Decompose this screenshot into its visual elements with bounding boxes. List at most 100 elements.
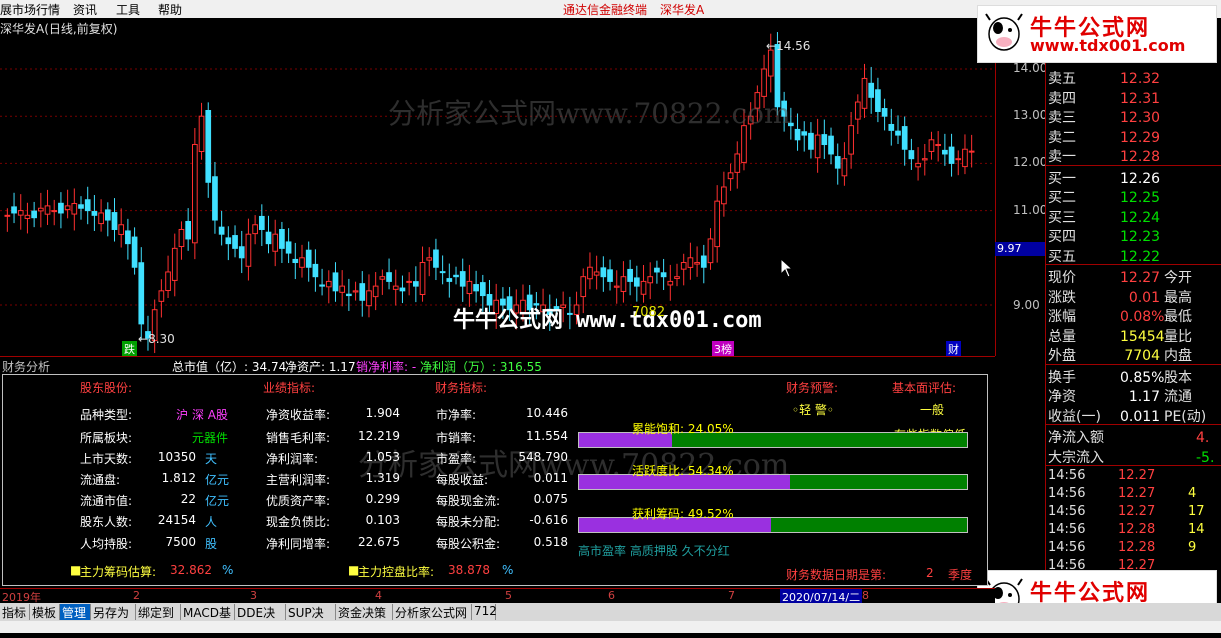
candle-body <box>339 285 346 293</box>
quote-label: 卖一 <box>1048 149 1076 165</box>
candle-body <box>272 233 279 252</box>
quote-separator <box>1046 264 1221 265</box>
quote-value: 12.24 <box>1120 209 1161 226</box>
candle-body <box>185 220 191 240</box>
tab-3[interactable]: 另存为 <box>91 604 136 620</box>
flow-label: 大宗流入 <box>1048 449 1104 466</box>
tick-price: 12.28 <box>1118 522 1156 537</box>
quote-separator <box>1046 363 1221 365</box>
tab-5[interactable]: MACD基本 <box>181 604 235 637</box>
quote-value: 0.08% <box>1120 309 1165 325</box>
candle-body <box>446 278 453 282</box>
net-margin: 销净利率: - <box>356 360 417 374</box>
col1-value: 沪 深 A股 <box>176 408 228 422</box>
header-warn: 财务预警: <box>786 381 839 395</box>
menu-item-help[interactable]: 帮助 <box>158 1 182 18</box>
finance-section-title: 财务分析 <box>2 360 51 374</box>
tab-2[interactable]: 管理 <box>60 604 91 620</box>
candle-body <box>915 162 921 168</box>
stat-row: 换手 0.85%股本 <box>1048 367 1192 387</box>
tab-9[interactable]: 分析家公式网 <box>393 604 472 620</box>
candle-body <box>767 49 774 77</box>
tick-volume: 14 <box>1188 522 1205 537</box>
tick-price: 12.27 <box>1118 504 1156 519</box>
time-label: 4 <box>375 589 382 602</box>
marker-finance[interactable]: 财 <box>946 341 961 357</box>
candle-body <box>406 280 412 283</box>
tab-8[interactable]: 资金决策 <box>336 604 393 620</box>
tab-1[interactable]: 模板 <box>30 604 60 620</box>
candle-body <box>91 211 98 216</box>
report-unit: 季度 <box>948 568 973 582</box>
col1-label: 品种类型: <box>80 408 133 422</box>
tab-6[interactable]: DDE决策 <box>235 604 286 637</box>
flow-value: -5. <box>1196 449 1215 466</box>
candle-body <box>359 283 366 301</box>
bar-label-text: 累能饱和: <box>632 422 688 436</box>
candle-body <box>687 257 694 268</box>
candle-body <box>118 224 125 235</box>
current-price-badge: 9.97 <box>995 242 1045 256</box>
stat-row: 收益(一) 0.011 PE(动) <box>1048 406 1206 426</box>
buy-row: 买三 12.24 <box>1048 207 1160 227</box>
buy-row: 买二 12.25 <box>1048 187 1160 207</box>
candle-body <box>4 214 11 217</box>
tick-price: 12.27 <box>1118 486 1156 501</box>
candle-body <box>285 241 292 254</box>
marker-drop[interactable]: 跌 <box>122 341 137 357</box>
mouse-cursor-icon <box>780 258 794 278</box>
candle-body <box>928 139 935 152</box>
candle-body <box>667 280 674 286</box>
tick-time: 14:56 <box>1048 468 1086 483</box>
quote-label: 换手 <box>1048 369 1076 386</box>
candle-body <box>660 272 667 278</box>
candle-body <box>459 271 466 287</box>
candle-body <box>948 146 955 164</box>
menu-item-tools[interactable]: 工具 <box>116 1 140 18</box>
tab-4[interactable]: 绑定到 <box>136 604 181 620</box>
stat-row: 涨跌 0.01 最高 <box>1048 287 1192 307</box>
marker-list[interactable]: 3榜 <box>712 341 734 357</box>
candle-body <box>312 263 319 278</box>
col1-label: 上市天数: <box>80 452 133 466</box>
quote-extra: 最低 <box>1164 309 1192 325</box>
tab-10[interactable]: 712 <box>472 604 497 620</box>
col3-label: 每股未分配: <box>436 515 501 529</box>
candle-body <box>426 257 433 261</box>
stat-row: 总量 15454量比 <box>1048 326 1192 346</box>
candle-body <box>620 276 627 292</box>
quote-label: 卖四 <box>1048 90 1076 107</box>
tick-time: 14:56 <box>1048 540 1086 555</box>
candle-body <box>654 267 660 273</box>
menu-item-news[interactable]: 资讯 <box>73 1 97 18</box>
candle-body <box>379 276 386 280</box>
quote-extra: 股本 <box>1164 369 1192 386</box>
candle-body <box>31 210 37 219</box>
quote-label: 外盘 <box>1048 348 1076 364</box>
quote-label: 现价 <box>1048 270 1076 286</box>
candle-body <box>700 255 707 268</box>
col1-value: 元器件 <box>191 431 228 445</box>
candle-body <box>24 214 31 219</box>
tick-volume: 4 <box>1188 486 1197 501</box>
sell-row: 卖四 12.31 <box>1048 88 1160 108</box>
tab-0[interactable]: 指标 <box>0 604 30 620</box>
y-tick: 13.00 <box>1013 108 1048 122</box>
quote-extra: 量比 <box>1164 328 1192 345</box>
candle-body <box>51 210 58 213</box>
col2-label: 净利润率: <box>266 452 319 466</box>
quote-separator <box>1046 164 1221 166</box>
candle-body <box>44 205 51 215</box>
tab-7[interactable]: SUP决策 <box>286 604 336 637</box>
col2-label: 净利同增率: <box>266 537 331 551</box>
col2-label: 现金负债比: <box>266 515 331 529</box>
col1-label: 人均持股: <box>80 537 133 551</box>
banner-text: 牛牛公式网 www.tdx001.com <box>453 308 762 333</box>
candle-body <box>968 150 975 153</box>
col1-value: 24154 <box>157 513 196 527</box>
quote-value: 12.32 <box>1120 71 1161 87</box>
quote-value: 12.25 <box>1120 190 1161 206</box>
col1-label: 流通市值: <box>80 494 133 508</box>
bar-label-pct: 24.05% <box>687 422 734 436</box>
menu-item-market[interactable]: 展市场行情 <box>0 1 60 18</box>
